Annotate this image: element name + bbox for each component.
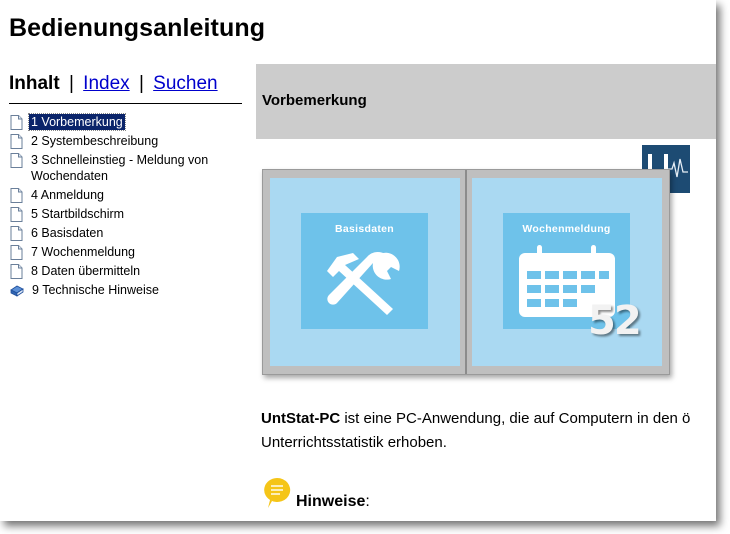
tools-icon [327,251,400,315]
toc-item-anmeldung[interactable]: 4 Anmeldung [10,187,250,203]
toc-item-label: 9 Technische Hinweise [32,283,159,297]
toc-item-basisdaten[interactable]: 6 Basisdaten [10,225,250,241]
toc-item-technische-hinweise[interactable]: 9 Technische Hinweise [10,282,250,298]
nav-tabs: Inhalt | Index | Suchen [9,73,218,95]
topic-heading-band: Vorbemerkung [256,64,716,139]
tab-inhalt[interactable]: Inhalt [9,73,60,94]
tile-basisdaten-panel: Basisdaten [301,213,428,329]
intro-line-1: ist eine PC-Anwendung, die auf Computern… [340,410,691,427]
toc-item-schnelleinstieg[interactable]: 3 Schnelleinstieg - Meldung von Wochenda… [10,152,250,184]
hints-section: Hinweise: [262,476,562,512]
module-tiles-image: Basisdaten Wochenmeldung 52 [262,169,670,375]
toc-item-label: 8 Daten übermitteln [31,264,141,278]
tile-divider [465,170,467,374]
hints-colon: : [365,493,370,510]
tab-separator: | [68,73,74,94]
toc-item-daten-uebermitteln[interactable]: 8 Daten übermitteln [10,263,250,279]
tab-search-link[interactable]: Suchen [153,73,217,94]
toc-item-systembeschreibung[interactable]: 2 Systembeschreibung [10,133,250,149]
toc-item-vorbemerkung[interactable]: 1 Vorbemerkung [10,113,250,131]
hints-heading: Hinweise: [296,493,370,511]
table-of-contents: 1 Vorbemerkung 2 Systembeschreibung 3 Sc… [10,113,250,301]
topic-heading: Vorbemerkung [262,92,367,109]
tile-basisdaten: Basisdaten [270,178,460,366]
toc-item-wochenmeldung[interactable]: 7 Wochenmeldung [10,244,250,260]
tile-wochenmeldung: Wochenmeldung 52 [472,178,662,366]
page-icon [10,264,23,279]
week-number-badge: 52 [588,298,642,344]
help-window: Bedienungsanleitung Inhalt | Index | Suc… [0,0,716,521]
toc-item-startbildschirm[interactable]: 5 Startbildschirm [10,206,250,222]
page-icon [10,245,23,260]
toc-item-label: 2 Systembeschreibung [31,134,159,148]
toc-item-label: 3 Schnelleinstieg - Meldung von Wochenda… [31,153,209,183]
tab-index-link[interactable]: Index [83,73,129,94]
nav-divider [9,103,242,104]
intro-paragraph: UntStat-PC ist eine PC-Anwendung, die au… [261,407,716,455]
toc-item-label: 7 Wochenmeldung [31,245,136,259]
page-icon [10,226,23,241]
page-icon [10,115,23,130]
page-icon [10,153,23,168]
page-icon [10,134,23,149]
product-name: UntStat-PC [261,410,341,427]
page-icon [10,188,23,203]
book-icon [10,285,24,297]
app-title: Bedienungsanleitung [9,14,266,42]
intro-line-2: Unterrichtsstatistik erhoben. [261,434,447,451]
toc-item-label: 6 Basisdaten [31,226,104,240]
toc-item-label: 4 Anmeldung [31,188,104,202]
toc-item-label: 1 Vorbemerkung [28,113,126,131]
speech-bubble-icon [264,477,291,508]
hints-label: Hinweise [296,493,366,510]
toc-item-label: 5 Startbildschirm [31,207,125,221]
page-icon [10,207,23,222]
tab-separator: | [138,73,144,94]
